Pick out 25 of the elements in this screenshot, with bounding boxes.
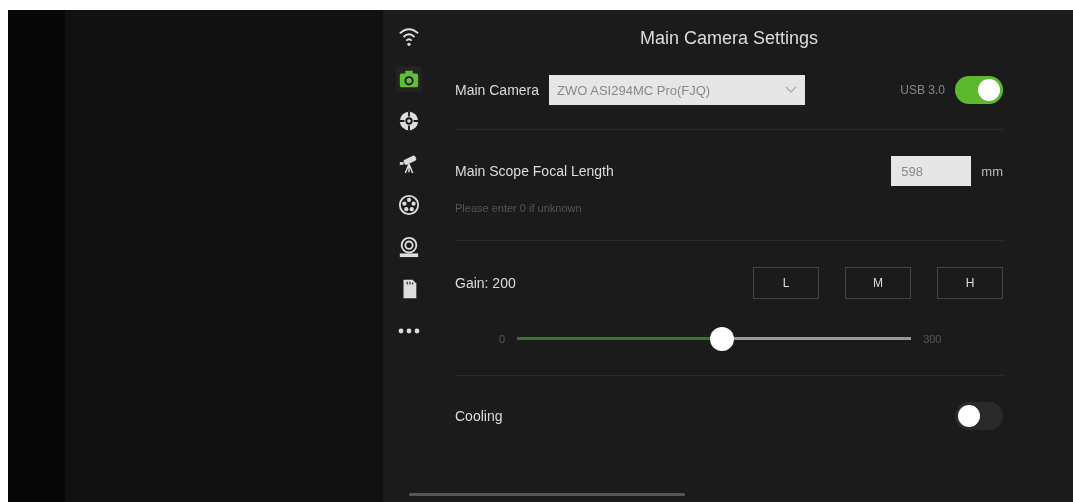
sidebar-item[interactable]: [396, 66, 422, 92]
more-icon: [398, 328, 420, 334]
gain-slider[interactable]: [517, 327, 912, 351]
field-label: Main Camera: [455, 82, 540, 98]
gain-label: Gain: 200: [455, 275, 516, 291]
camera-icon: [398, 68, 420, 90]
wifi-icon: [398, 26, 420, 48]
crosshair-icon: [398, 110, 420, 132]
scrollbar[interactable]: [409, 493, 685, 496]
slider-thumb[interactable]: [710, 327, 734, 351]
preset-button[interactable]: H: [937, 267, 1003, 299]
unit-label: mm: [981, 163, 1003, 179]
usb-label: USB 3.0: [900, 83, 945, 97]
field-label: Main Scope Focal Length: [455, 163, 614, 179]
field-label: Cooling: [455, 408, 503, 424]
slider-max-label: 300: [923, 333, 942, 345]
preset-button[interactable]: L: [753, 267, 819, 299]
ring-icon: [398, 236, 420, 258]
wheel-icon: [398, 194, 420, 216]
usb-toggle[interactable]: [955, 76, 1003, 104]
chevron-down-icon: [785, 86, 798, 94]
page-title: Main Camera Settings: [638, 27, 820, 50]
cooling-toggle[interactable]: [955, 402, 1003, 430]
sidebar-item[interactable]: [396, 192, 422, 218]
preset-button[interactable]: M: [845, 267, 911, 299]
